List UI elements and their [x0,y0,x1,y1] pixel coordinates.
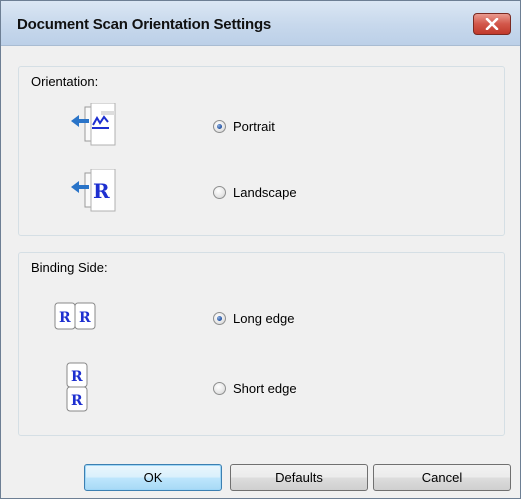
close-icon [485,18,499,30]
orientation-settings-dialog: Document Scan Orientation Settings Orien… [0,0,521,499]
dialog-title: Document Scan Orientation Settings [17,16,272,33]
defaults-button[interactable]: Defaults [230,464,368,491]
cancel-button[interactable]: Cancel [373,464,511,491]
button-row: OK Defaults Cancel [8,46,513,492]
dialog-body: Orientation: Portrait R Landscape Bindin… [8,46,513,492]
close-button[interactable] [473,13,511,35]
title-bar[interactable]: Document Scan Orientation Settings [1,1,520,46]
ok-button[interactable]: OK [84,464,222,491]
